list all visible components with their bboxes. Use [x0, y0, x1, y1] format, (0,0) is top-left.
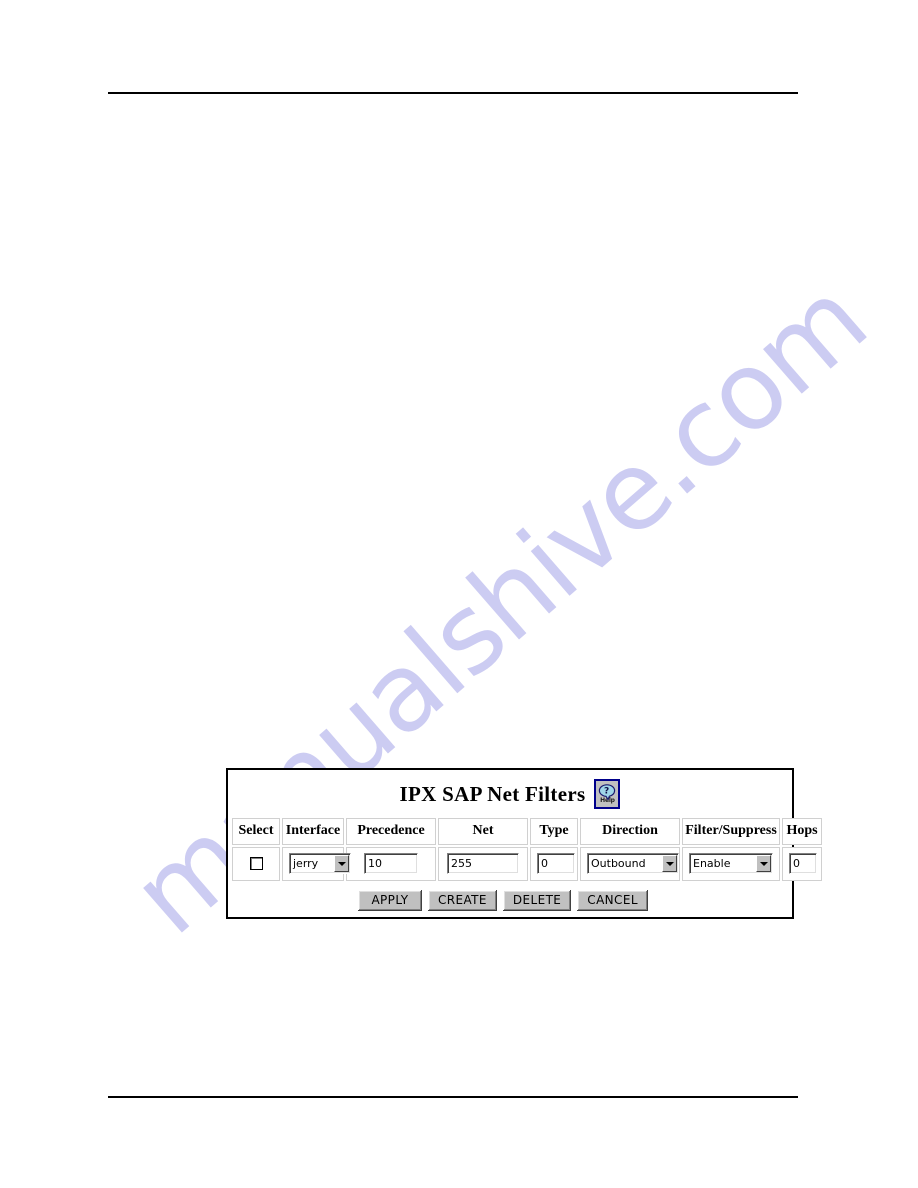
- cell-direction: Outbound: [580, 847, 680, 881]
- cell-select: [232, 847, 280, 881]
- panel-button-bar: APPLY CREATE DELETE CANCEL: [230, 885, 790, 917]
- svg-text:?: ?: [604, 787, 609, 797]
- filter-suppress-select-value: Enable: [693, 857, 731, 870]
- hops-input[interactable]: 0: [789, 853, 817, 874]
- help-icon: ?: [598, 784, 616, 801]
- direction-select-value: Outbound: [591, 857, 646, 870]
- interface-select[interactable]: jerry: [289, 853, 351, 874]
- column-header-filter-suppress: Filter/Suppress: [682, 818, 780, 845]
- column-header-precedence: Precedence: [346, 818, 436, 845]
- cancel-button[interactable]: CANCEL: [577, 890, 648, 911]
- panel-title-bar: IPX SAP Net Filters ? Help: [228, 770, 792, 816]
- table-row: jerry 10 255 0 Outbound Enable 0: [232, 847, 822, 881]
- filter-suppress-select[interactable]: Enable: [689, 853, 773, 874]
- cell-interface: jerry: [282, 847, 351, 881]
- interface-select-value: jerry: [293, 857, 319, 870]
- chevron-down-icon[interactable]: [662, 855, 677, 872]
- filters-table: Select Interface Precedence Net Type Dir…: [230, 816, 824, 883]
- page-header-rule: [108, 92, 798, 94]
- column-header-hops: Hops: [782, 818, 822, 845]
- page-title: IPX SAP Net Filters: [399, 781, 586, 806]
- apply-button[interactable]: APPLY: [358, 890, 422, 911]
- chevron-down-icon[interactable]: [334, 855, 349, 872]
- select-checkbox[interactable]: [249, 856, 263, 870]
- cell-net: 255: [438, 847, 528, 881]
- column-header-type: Type: [530, 818, 578, 845]
- column-header-interface: Interface: [282, 818, 344, 845]
- create-button[interactable]: CREATE: [428, 890, 497, 911]
- column-header-direction: Direction: [580, 818, 680, 845]
- help-button[interactable]: ? Help: [594, 779, 621, 809]
- cell-precedence: 10: [346, 847, 436, 881]
- type-input[interactable]: 0: [537, 853, 575, 874]
- direction-select[interactable]: Outbound: [587, 853, 679, 874]
- page-footer-rule: [108, 1096, 798, 1098]
- cell-hops: 0: [782, 847, 822, 881]
- table-header-row: Select Interface Precedence Net Type Dir…: [232, 818, 822, 845]
- net-input[interactable]: 255: [447, 853, 519, 874]
- cell-filter-suppress: Enable: [682, 847, 780, 881]
- chevron-down-icon[interactable]: [756, 855, 771, 872]
- ipx-sap-net-filters-panel: IPX SAP Net Filters ? Help Select Interf…: [226, 768, 822, 919]
- precedence-input[interactable]: 10: [364, 853, 418, 874]
- cell-type: 0: [530, 847, 578, 881]
- delete-button[interactable]: DELETE: [502, 890, 572, 911]
- column-header-net: Net: [438, 818, 528, 845]
- column-header-select: Select: [232, 818, 280, 845]
